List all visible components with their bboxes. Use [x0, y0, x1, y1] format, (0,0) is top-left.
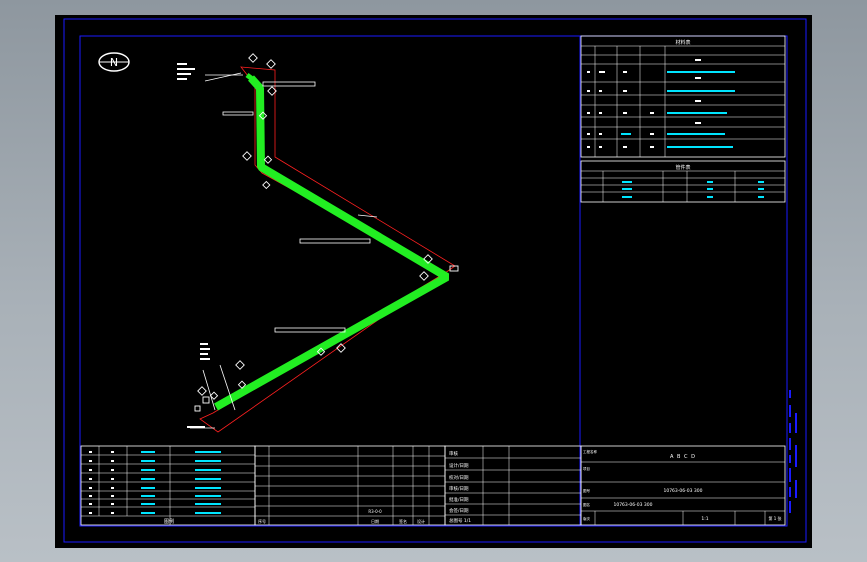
- revision-grid: R3-0-0 序号 日期 签名 设计: [254, 445, 446, 526]
- annotation-text-marks: [177, 63, 210, 428]
- approval-label-4: 审核/日期: [449, 485, 469, 492]
- pipe-route: [214, 73, 450, 411]
- project-small-label-5: 版次: [583, 516, 591, 521]
- drawing-svg: N 材料表 管件表 图例 R3-0-0 序号 日期 签名 设计 审核 设计/日期…: [63, 18, 807, 543]
- project-small-label-3: 图号: [583, 488, 591, 493]
- fittings-table-title: 管件表: [675, 164, 690, 171]
- revision-text: R3-0-0: [368, 509, 382, 514]
- annotation-leaders: [190, 72, 378, 429]
- drawing-number-2: 10763-06-03 300: [613, 502, 652, 508]
- project-info-block: 工程名称 A B C D 项目 图号 10763-06-03 300 图名 10…: [580, 445, 786, 526]
- margin-notes: [789, 390, 797, 513]
- material-table-title: 材料表: [675, 39, 690, 46]
- bottom-label-4: 签名: [399, 518, 407, 524]
- north-arrow: N: [98, 52, 130, 72]
- fitting-symbols: [194, 53, 459, 412]
- approval-label-2: 设计/日期: [449, 462, 469, 469]
- legend-table: 图例: [80, 445, 256, 526]
- material-table: 材料表: [580, 35, 786, 158]
- project-small-label-1: 工程名称: [583, 449, 597, 454]
- scale-text: 1:1: [701, 516, 708, 522]
- north-label: N: [110, 56, 118, 69]
- approval-label-1: 审核: [449, 450, 458, 457]
- bottom-label-5: 设计: [417, 518, 425, 524]
- dimension-outline: [199, 66, 456, 433]
- project-small-label-2: 项目: [583, 466, 590, 471]
- project-small-label-4: 图名: [583, 502, 590, 507]
- bottom-label-1: 序号: [258, 518, 266, 524]
- fittings-table: 管件表: [580, 160, 786, 203]
- project-name: A B C D: [670, 454, 696, 460]
- approval-label-5: 批准/日期: [449, 496, 469, 503]
- approval-block: 审核 设计/日期 校对/日期 审核/日期 批准/日期 会签/日期 总图号 1/1: [444, 445, 582, 526]
- approval-label-6: 会签/日期: [449, 507, 469, 514]
- approval-label-3: 校对/日期: [449, 474, 469, 481]
- approval-label-7: 总图号 1/1: [449, 517, 471, 524]
- legend-table-title: 图例: [164, 518, 174, 525]
- bottom-label-3: 日期: [371, 518, 379, 524]
- drawing-number: 10763-06-03 300: [663, 488, 702, 494]
- sheet-text: 第 1 张: [768, 515, 781, 521]
- cad-drawing-sheet: N 材料表 管件表 图例 R3-0-0 序号 日期 签名 设计 审核 设计/日期…: [55, 15, 812, 548]
